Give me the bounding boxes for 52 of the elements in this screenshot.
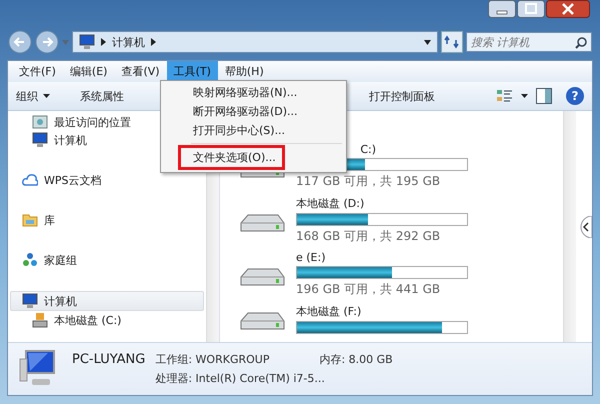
computer-name: PC-LUYANG xyxy=(72,352,146,367)
view-options-icon xyxy=(497,89,513,103)
caret-icon xyxy=(521,94,528,98)
menu-entry[interactable]: 映射网络驱动器(N)... xyxy=(163,83,344,102)
sidebar-item[interactable]: 本地磁盘 (C:) xyxy=(8,311,206,329)
sidebar-item[interactable]: WPS云文档 xyxy=(8,171,206,189)
sidebar-item[interactable]: 计算机 xyxy=(10,291,204,311)
folder-icon xyxy=(22,212,38,228)
computer-icon xyxy=(22,293,38,309)
dropdown-arrow-icon xyxy=(424,40,431,44)
menu-item[interactable]: 编辑(E) xyxy=(62,61,114,82)
menu-item[interactable]: 文件(F) xyxy=(12,61,63,82)
status-field: 处理器: Intel(R) Core(TM) i7-5... xyxy=(155,371,393,386)
menu-item[interactable]: 工具(T) xyxy=(166,61,218,82)
drive-name[interactable]: e (E:) xyxy=(296,251,468,264)
menu-item[interactable]: 查看(V) xyxy=(114,61,167,82)
back-icon xyxy=(8,30,32,54)
sidebar-item[interactable]: 库 xyxy=(8,211,206,229)
drive-space-text: 117 GB 可用，共 195 GB xyxy=(296,173,442,190)
chevron-icon xyxy=(101,38,106,46)
address-bar[interactable]: 计算机 xyxy=(72,31,438,53)
toolbar-button[interactable]: 打开控制面板 xyxy=(369,88,435,104)
drive-name[interactable]: 本地磁盘 (D:) xyxy=(296,196,468,211)
chevron-icon xyxy=(151,38,156,46)
drive-name[interactable]: 本地磁盘 (F:) xyxy=(296,304,468,319)
network-icon xyxy=(22,252,38,268)
menu-item[interactable]: 帮助(H) xyxy=(218,61,271,82)
drive-space-text: 196 GB 可用，共 441 GB xyxy=(296,281,442,298)
preview-pane-icon xyxy=(536,88,552,104)
caret-icon xyxy=(43,94,50,98)
status-field: 内存: 8.00 GB xyxy=(319,352,393,367)
recent-places-icon xyxy=(32,114,48,130)
menu-entry[interactable]: 断开网络驱动器(D)... xyxy=(163,102,344,121)
menu-entry[interactable]: 打开同步中心(S)... xyxy=(163,121,344,140)
computer-icon xyxy=(32,132,48,148)
dropdown-arrow-icon xyxy=(62,40,69,44)
forward-icon xyxy=(35,30,59,54)
refresh-icon xyxy=(441,31,463,53)
search-field[interactable]: 搜索 计算机 xyxy=(466,32,592,52)
menu-entry[interactable]: 文件夹选项(O)... xyxy=(179,146,284,169)
toolbar-button[interactable]: 系统属性 xyxy=(80,88,124,104)
drive-space-text: 168 GB 可用，共 292 GB xyxy=(296,228,442,245)
drive-icon xyxy=(32,312,48,328)
cloud-icon xyxy=(22,172,38,188)
search-icon xyxy=(575,37,587,49)
computer-icon xyxy=(79,34,95,50)
toolbar-button[interactable]: 组织 xyxy=(16,88,50,104)
help-button[interactable]: ? xyxy=(566,87,584,105)
sidebar-item[interactable]: 家庭组 xyxy=(8,251,206,269)
scrollbar[interactable] xyxy=(563,111,576,342)
address-path[interactable]: 计算机 xyxy=(112,34,145,50)
status-field: 工作组: WORKGROUP xyxy=(155,352,270,367)
